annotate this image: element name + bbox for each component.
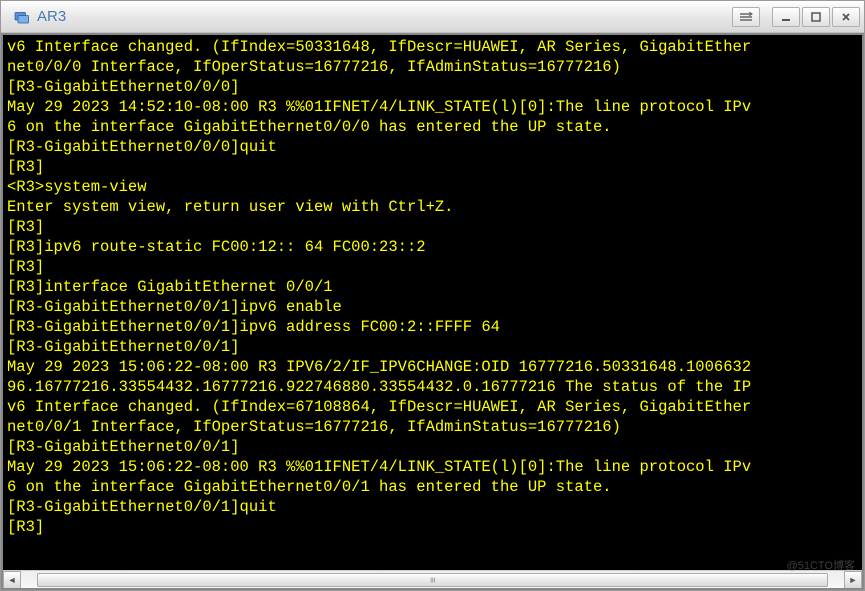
titlebar: AR3 <box>1 1 864 33</box>
scroll-track[interactable] <box>21 571 844 589</box>
terminal-line: [R3-GigabitEthernet0/0/1] <box>7 337 858 357</box>
terminal-line: net0/0/0 Interface, IfOperStatus=1677721… <box>7 57 858 77</box>
terminal-line: [R3]ipv6 route-static FC00:12:: 64 FC00:… <box>7 237 858 257</box>
window-controls <box>732 7 860 27</box>
terminal-line: [R3-GigabitEthernet0/0/1]ipv6 enable <box>7 297 858 317</box>
terminal-line: <R3>system-view <box>7 177 858 197</box>
close-button[interactable] <box>832 7 860 27</box>
terminal-line: May 29 2023 15:06:22-08:00 R3 %%01IFNET/… <box>7 457 858 477</box>
horizontal-scrollbar[interactable]: ◄ ► <box>3 570 862 588</box>
terminal-container: v6 Interface changed. (IfIndex=50331648,… <box>1 33 864 590</box>
terminal-line: [R3-GigabitEthernet0/0/0]quit <box>7 137 858 157</box>
terminal-line: 96.16777216.33554432.16777216.922746880.… <box>7 377 858 397</box>
app-window: AR3 v6 Interface changed. (IfIndex=50331… <box>0 0 865 591</box>
terminal-line: [R3] <box>7 517 858 537</box>
terminal-line: 6 on the interface GigabitEthernet0/0/1 … <box>7 477 858 497</box>
terminal-line: May 29 2023 15:06:22-08:00 R3 IPV6/2/IF_… <box>7 357 858 377</box>
terminal-line: [R3-GigabitEthernet0/0/1]quit <box>7 497 858 517</box>
toolbar-menu-button[interactable] <box>732 7 760 27</box>
terminal-line: [R3-GigabitEthernet0/0/1]ipv6 address FC… <box>7 317 858 337</box>
terminal-line: [R3] <box>7 157 858 177</box>
window-title: AR3 <box>37 8 732 25</box>
scroll-thumb[interactable] <box>37 573 827 587</box>
terminal-line: 6 on the interface GigabitEthernet0/0/0 … <box>7 117 858 137</box>
terminal-line: Enter system view, return user view with… <box>7 197 858 217</box>
maximize-button[interactable] <box>802 7 830 27</box>
app-icon <box>11 7 31 27</box>
scroll-left-arrow[interactable]: ◄ <box>3 571 21 589</box>
terminal-line: [R3] <box>7 257 858 277</box>
terminal-line: [R3]interface GigabitEthernet 0/0/1 <box>7 277 858 297</box>
terminal-line: May 29 2023 14:52:10-08:00 R3 %%01IFNET/… <box>7 97 858 117</box>
minimize-button[interactable] <box>772 7 800 27</box>
terminal-line: [R3] <box>7 217 858 237</box>
terminal-line: [R3-GigabitEthernet0/0/1] <box>7 437 858 457</box>
terminal-line: [R3-GigabitEthernet0/0/0] <box>7 77 858 97</box>
terminal-line: v6 Interface changed. (IfIndex=50331648,… <box>7 37 858 57</box>
terminal-output[interactable]: v6 Interface changed. (IfIndex=50331648,… <box>3 35 862 570</box>
scroll-right-arrow[interactable]: ► <box>844 571 862 589</box>
terminal-line: net0/0/1 Interface, IfOperStatus=1677721… <box>7 417 858 437</box>
terminal-line: v6 Interface changed. (IfIndex=67108864,… <box>7 397 858 417</box>
